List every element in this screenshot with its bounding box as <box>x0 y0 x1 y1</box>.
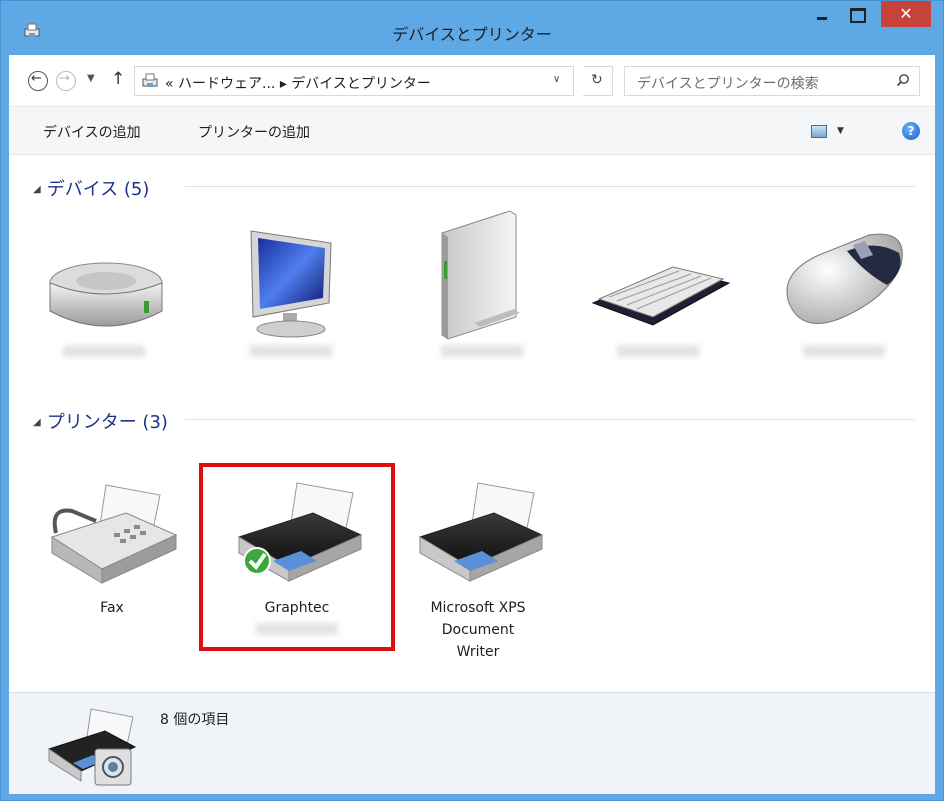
maximize-button[interactable] <box>841 1 871 27</box>
group-divider <box>185 186 915 187</box>
devices-group-title: デバイス (5) <box>46 179 150 200</box>
tower-computer-icon <box>441 210 520 340</box>
printer-label: Microsoft XPS Document Writer <box>430 600 526 660</box>
search-input[interactable]: デバイスとプリンターの検索 <box>624 66 920 96</box>
device-label-redacted <box>250 345 332 357</box>
items-view: ◢ デバイス (5) ◢ プリンター (3) Fax Graphtec Micr… <box>9 155 935 692</box>
device-item[interactable] <box>216 221 366 357</box>
printer-label: Fax <box>100 600 124 616</box>
device-item[interactable] <box>769 215 919 357</box>
device-item[interactable] <box>583 221 733 357</box>
back-arrow-icon[interactable] <box>28 71 48 91</box>
details-pane: 8 個の項目 <box>9 692 935 794</box>
up-arrow-icon[interactable]: ↑ <box>111 69 125 89</box>
search-placeholder: デバイスとプリンターの検索 <box>637 76 819 92</box>
collapse-triangle-icon[interactable]: ◢ <box>33 417 41 428</box>
close-button[interactable]: ✕ <box>881 1 931 27</box>
search-icon[interactable] <box>896 73 910 87</box>
minimize-button[interactable] <box>807 1 837 27</box>
forward-arrow-icon[interactable] <box>56 71 76 91</box>
refresh-icon: ↻ <box>591 72 603 88</box>
refresh-button[interactable]: ↻ <box>583 66 613 96</box>
fax-icon <box>50 484 178 584</box>
devices-printers-location-icon <box>142 73 158 87</box>
change-view-icon[interactable] <box>811 125 827 138</box>
device-label-redacted <box>441 345 523 357</box>
printer-icon <box>418 482 544 582</box>
device-item[interactable] <box>407 205 557 357</box>
device-label-redacted <box>617 345 699 357</box>
device-label-redacted <box>803 345 885 357</box>
printers-group-title: プリンター (3) <box>46 412 168 433</box>
window-frame: デバイスとプリンター ✕ ▼ ↑ « ハードウェア... ▸ デバイスとプリンタ… <box>0 0 944 801</box>
group-divider <box>185 419 915 420</box>
view-options-chevron-icon[interactable]: ▼ <box>837 126 844 136</box>
printer-item-xps[interactable]: Microsoft XPS Document Writer <box>403 477 553 663</box>
explorer-client-area: ▼ ↑ « ハードウェア... ▸ デバイスとプリンター ∨ ↻ デバイスとプリ… <box>9 55 935 794</box>
add-printer-button[interactable]: プリンターの追加 <box>198 122 310 142</box>
printer-item-fax[interactable]: Fax <box>37 477 187 619</box>
hard-drive-icon <box>49 262 163 327</box>
keyboard-icon <box>591 266 731 326</box>
window-title: デバイスとプリンター <box>392 25 552 44</box>
mouse-icon <box>786 233 903 324</box>
device-label-redacted <box>63 345 145 357</box>
address-history-chevron-icon[interactable]: ∨ <box>553 74 560 85</box>
collapse-triangle-icon[interactable]: ◢ <box>33 184 41 195</box>
recent-locations-chevron-icon[interactable]: ▼ <box>87 73 95 84</box>
close-icon: ✕ <box>899 4 913 23</box>
add-device-button[interactable]: デバイスの追加 <box>43 122 141 142</box>
devices-group-header[interactable]: ◢ デバイス (5) <box>33 175 149 201</box>
title-bar[interactable]: デバイスとプリンター ✕ <box>1 1 943 55</box>
printers-group-header[interactable]: ◢ プリンター (3) <box>33 408 168 434</box>
highlight-box <box>199 463 395 651</box>
navigation-bar: ▼ ↑ « ハードウェア... ▸ デバイスとプリンター ∨ ↻ デバイスとプリ… <box>9 55 935 107</box>
monitor-icon <box>250 230 332 338</box>
item-count: 8 個の項目 <box>160 712 230 728</box>
command-bar: デバイスの追加 プリンターの追加 ▼ ? <box>9 107 935 155</box>
help-icon[interactable]: ? <box>902 122 920 140</box>
devices-and-printers-icon <box>47 708 137 786</box>
address-bar[interactable]: « ハードウェア... ▸ デバイスとプリンター ∨ <box>134 66 574 96</box>
device-item[interactable] <box>29 221 179 357</box>
breadcrumb[interactable]: « ハードウェア... ▸ デバイスとプリンター <box>165 73 431 93</box>
